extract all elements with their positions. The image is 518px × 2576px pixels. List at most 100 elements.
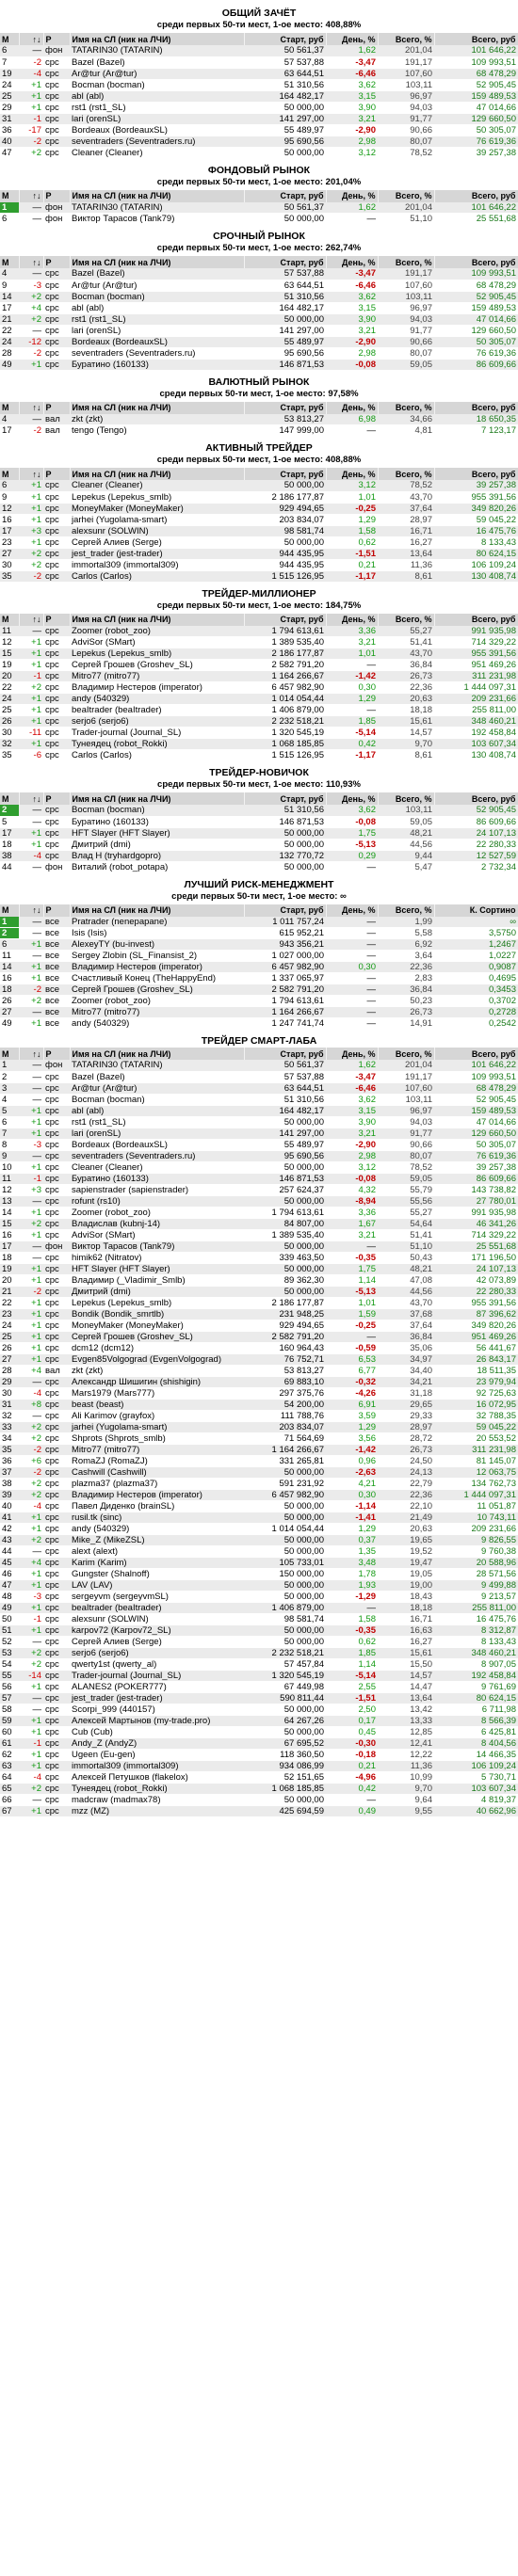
column-header-change[interactable]: ↑↓ xyxy=(19,256,44,268)
cell-name[interactable]: karpov72 (Karpov72_SL) xyxy=(70,1624,244,1637)
cell-name[interactable]: beaItrader (beaItrader) xyxy=(70,1602,244,1614)
cell-name[interactable]: Cashwill (Cashwill) xyxy=(70,1466,244,1479)
cell-name[interactable]: AdviSor (SMart) xyxy=(70,636,244,648)
table-row[interactable]: 44— срс alext (alext) 50 000,00 1,35 19,52 9 7… xyxy=(0,1545,518,1558)
column-header-place[interactable]: М xyxy=(0,256,20,268)
table-row[interactable]: 13— срс rofunt (rs10) 50 000,00 -8,94 55,56 27… xyxy=(0,1195,518,1208)
cell-name[interactable]: lari (orenSL) xyxy=(70,1128,244,1140)
cell-name[interactable]: Carlos (Carlos) xyxy=(70,570,244,583)
column-header-type[interactable]: Р xyxy=(43,401,71,414)
table-row[interactable]: 18 +1 срс Дмитрий (dmi) 50 000,00 -5,13 44,56 2… xyxy=(0,839,518,851)
column-header-change[interactable]: ↑↓ xyxy=(19,468,44,480)
cell-name[interactable]: Cleaner (Cleaner) xyxy=(70,147,244,159)
table-row[interactable]: 40 -4 срс Павел Диденко (brainSL) 50 000,00-… xyxy=(0,1500,518,1512)
cell-name[interactable]: Bondik (Bondik_smrtlb) xyxy=(70,1308,244,1320)
cell-name[interactable]: Evgen85Volgograd (EvgenVolgograd) xyxy=(70,1353,244,1366)
table-row[interactable]: 2— срс Bazel (Bazel) 57 537,88 -3,47 191,17 10… xyxy=(0,1071,518,1083)
table-row[interactable]: 9— срс seventraders (Seventraders.ru) 95 69… xyxy=(0,1150,518,1162)
cell-name[interactable]: HFT Slayer (HFT Slayer) xyxy=(70,827,244,840)
cell-name[interactable]: Zoomer (robot_zoo) xyxy=(70,1207,244,1219)
column-header-change[interactable]: ↑↓ xyxy=(19,1048,44,1060)
cell-name[interactable]: beast (beast) xyxy=(70,1399,244,1411)
cell-name[interactable]: Shprots (Shprots_smlb) xyxy=(70,1432,244,1445)
cell-name[interactable]: Владимир (_Vladimir_Smlb) xyxy=(70,1274,244,1287)
column-header-total-percent[interactable]: Всего, % xyxy=(378,468,435,480)
table-row[interactable]: 20 -1 срс Mitro77 (mitro77) 1 164 266,67 -1,4… xyxy=(0,670,518,682)
table-row[interactable]: 18 -2 все Сергей Грошев (Groshev_SL) 2 582 7… xyxy=(0,984,518,996)
table-row[interactable]: 64 -4 срс Алексей Петушков (flakelox) 52 151… xyxy=(0,1771,518,1784)
table-row[interactable]: 26 +1 срс dcm12 (dcm12) 160 964,43 -0,59 35,06… xyxy=(0,1342,518,1354)
cell-name[interactable]: MoneyMaker (MoneyMaker) xyxy=(70,503,244,515)
cell-name[interactable]: Zoomer (robot_zoo) xyxy=(70,625,244,637)
cell-name[interactable]: Scorpi_999 (440157) xyxy=(70,1704,244,1716)
cell-name[interactable]: Сергей Грошев (Groshev_SL) xyxy=(70,659,244,671)
table-row[interactable]: 23 +1 срс Bondik (Bondik_smrtlb) 231 948,25 1… xyxy=(0,1308,518,1320)
column-header-change[interactable]: ↑↓ xyxy=(19,904,44,917)
table-row[interactable]: 26 +1 срс serjo6 (serjo6) 2 232 518,21 1,85 15… xyxy=(0,715,518,728)
cell-name[interactable]: abl (abl) xyxy=(70,1105,244,1117)
cell-name[interactable]: Владимир Нестеров (imperator) xyxy=(70,1489,244,1501)
cell-name[interactable]: Isis (Isis) xyxy=(70,927,244,939)
column-header-start[interactable]: Старт, руб xyxy=(244,256,327,268)
cell-name[interactable]: Сергей Алиев (Serge) xyxy=(70,536,244,549)
table-row[interactable]: 19 +1 срс HFT Slayer (HFT Slayer) 50 000,00 1… xyxy=(0,1263,518,1275)
cell-name[interactable]: jarhei (Yugolama-smart) xyxy=(70,1421,244,1433)
table-row[interactable]: 7 +1 срс lari (orenSL) 141 297,00 3,21 91,77 12… xyxy=(0,1128,518,1140)
column-header-name[interactable]: Имя на СЛ (ник на ЛЧИ) xyxy=(70,904,245,917)
table-row[interactable]: 14 +1 все Владимир Нестеров (imperator) 6 45… xyxy=(0,961,518,973)
cell-name[interactable]: lari (orenSL) xyxy=(70,113,244,125)
column-header-start[interactable]: Старт, руб xyxy=(244,33,327,45)
cell-name[interactable]: zkt (zkt) xyxy=(70,1365,244,1377)
column-header-day-percent[interactable]: День, % xyxy=(326,613,379,626)
cell-name[interactable]: rofunt (rs10) xyxy=(70,1195,244,1208)
column-header-day-percent[interactable]: День, % xyxy=(326,904,379,917)
table-row[interactable]: 6 +1 срс Cleaner (Cleaner) 50 000,00 3,12 78,5… xyxy=(0,480,518,492)
table-row[interactable]: 32— срс Ali Karimov (grayfox) 111 788,76 3,5… xyxy=(0,1410,518,1422)
table-row[interactable]: 5 +1 срс abl (abl) 164 482,17 3,15 96,97 159 48… xyxy=(0,1105,518,1117)
table-row[interactable]: 21 -2 срс Дмитрий (dmi) 50 000,00 -5,13 44,56 2… xyxy=(0,1286,518,1298)
column-header-total-rub[interactable]: Всего, руб xyxy=(434,401,518,414)
column-header-place[interactable]: М xyxy=(0,792,20,805)
cell-name[interactable]: Сергей Грошев (Groshev_SL) xyxy=(70,1331,244,1343)
table-row[interactable]: 36 -17 срс Bordeaux (BordeauxSL) 55 489,97 -2… xyxy=(0,124,518,136)
cell-name[interactable]: himik62 (Nitratov) xyxy=(70,1252,244,1264)
column-header-start[interactable]: Старт, руб xyxy=(244,1048,327,1060)
table-row[interactable]: 47 +2 срс Cleaner (Cleaner) 50 000,00 3,12 78,… xyxy=(0,147,518,159)
column-header-place[interactable]: М xyxy=(0,904,20,917)
column-header-total-rub[interactable]: Всего, руб xyxy=(434,1048,518,1060)
cell-name[interactable]: Bocman (bocman) xyxy=(70,1094,244,1106)
table-row[interactable]: 59 +1 срс Алексей Мартынов (my-trade.pro) 64… xyxy=(0,1715,518,1727)
cell-name[interactable]: Lepekus (Lepekus_smlb) xyxy=(70,1297,244,1309)
table-row[interactable]: 17 +4 срс abl (abl) 164 482,17 3,15 96,97 159 4… xyxy=(0,302,518,314)
cell-name[interactable]: ALANES2 (POKER777) xyxy=(70,1681,244,1693)
cell-name[interactable]: TATARIN30 (TATARIN) xyxy=(70,1060,244,1072)
table-row[interactable]: 41 +1 срс rusil.tk (sinc) 50 000,00 -1,41 21,4… xyxy=(0,1512,518,1524)
table-row[interactable]: 57— срс jest_trader (jest-trader) 590 811,4… xyxy=(0,1692,518,1704)
cell-name[interactable]: Pratrader (nenepapane) xyxy=(70,916,244,928)
column-header-day-percent[interactable]: День, % xyxy=(326,33,379,45)
cell-name[interactable]: LAV (LAV) xyxy=(70,1579,244,1592)
cell-name[interactable]: rst1 (rst1_SL) xyxy=(70,102,244,114)
cell-name[interactable]: Влад Н (tryhardgopro) xyxy=(70,850,244,862)
table-row[interactable]: 42 +1 срс andy (540329) 1 014 054,44 1,29 20,6… xyxy=(0,1523,518,1535)
cell-name[interactable]: dcm12 (dcm12) xyxy=(70,1342,244,1354)
cell-name[interactable]: Zoomer (robot_zoo) xyxy=(70,995,244,1007)
table-row[interactable]: 16 +1 срс AdviSor (SMart) 1 389 535,40 3,21 51… xyxy=(0,1229,518,1241)
table-row[interactable]: 65 +2 срс Тунеядец (robot_Rokki) 1 068 185,8… xyxy=(0,1783,518,1795)
cell-name[interactable]: seventraders (Seventraders.ru) xyxy=(70,136,244,148)
column-header-name[interactable]: Имя на СЛ (ник на ЛЧИ) xyxy=(70,401,245,414)
table-row[interactable]: 49 +1 срс Буратино (160133) 146 871,53 -0,08 5… xyxy=(0,359,518,371)
cell-name[interactable]: Ar@tur (Ar@tur) xyxy=(70,68,244,80)
table-row[interactable]: 49 +1 все andy (540329) 1 247 741,74—14,91 0,… xyxy=(0,1017,518,1030)
cell-name[interactable]: abl (abl) xyxy=(70,302,244,314)
column-header-type[interactable]: Р xyxy=(43,189,71,202)
table-row[interactable]: 35 -6 срс Carlos (Carlos) 1 515 126,95 -1,17 8… xyxy=(0,749,518,761)
column-header-start[interactable]: Старт, руб xyxy=(244,468,327,480)
column-header-name[interactable]: Имя на СЛ (ник на ЛЧИ) xyxy=(70,613,245,626)
column-header-day-percent[interactable]: День, % xyxy=(326,1048,379,1060)
table-row[interactable]: 31 -1 срс lari (orenSL) 141 297,00 3,21 91,77 1… xyxy=(0,113,518,125)
cell-name[interactable]: Дмитрий (dmi) xyxy=(70,839,244,851)
column-header-total-percent[interactable]: Всего, % xyxy=(378,189,435,202)
table-row[interactable]: 30 -11 срс Trader-journal (Journal_SL) 1 320… xyxy=(0,727,518,739)
cell-name[interactable]: Bordeaux (BordeauxSL) xyxy=(70,336,244,348)
